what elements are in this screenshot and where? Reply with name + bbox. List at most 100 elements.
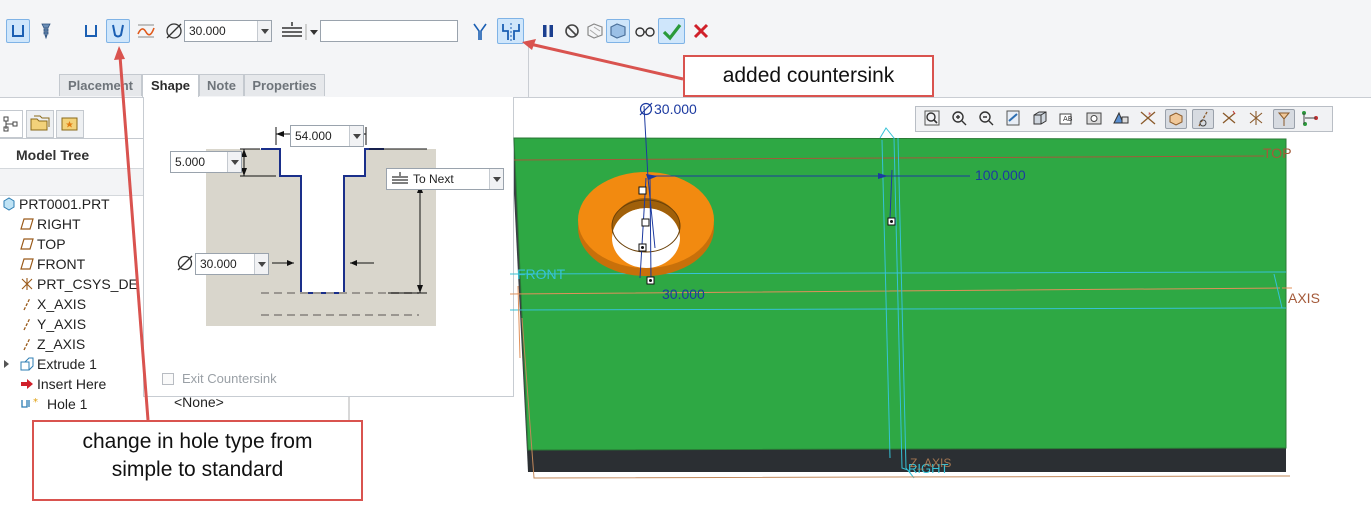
- diameter-value: 30.000: [189, 24, 226, 38]
- sketch-profile-icon[interactable]: [134, 19, 158, 43]
- tree-item-front[interactable]: FRONT: [20, 254, 85, 274]
- diameter-icon: [164, 21, 184, 41]
- tree-tab-model[interactable]: [0, 110, 23, 138]
- tree-item-part[interactable]: PRT0001.PRT: [2, 194, 110, 214]
- datum-z-axis-label: Z_AXIS: [910, 456, 952, 470]
- tab-note[interactable]: Note: [199, 74, 244, 96]
- hole-icon: *: [20, 396, 44, 410]
- annotation-display-icon[interactable]: [1165, 109, 1187, 129]
- tree-item-right[interactable]: RIGHT: [20, 214, 81, 234]
- exit-countersink-checkbox[interactable]: [162, 373, 174, 385]
- tree-item-csys[interactable]: PRT_CSYS_DE: [20, 274, 138, 294]
- ok-check-icon[interactable]: [658, 18, 685, 44]
- svg-text:*: *: [1148, 111, 1152, 119]
- exit-countersink-label: Exit Countersink: [182, 371, 277, 386]
- plane-display-icon[interactable]: *: [1138, 109, 1160, 129]
- hole-diameter-value: 30.000: [200, 257, 237, 271]
- repaint-icon[interactable]: [1003, 109, 1025, 129]
- top-diameter-combo[interactable]: 54.000: [290, 125, 364, 147]
- axis-icon: [20, 296, 34, 311]
- model-viewport[interactable]: [510, 98, 1371, 513]
- tree-item-x-axis[interactable]: X_AXIS: [20, 294, 86, 314]
- depth-option-dropdown-arrow[interactable]: [489, 169, 503, 189]
- datum-plane-icon: [20, 216, 34, 230]
- svg-text:AB: AB: [1063, 115, 1073, 123]
- top-diameter-value: 54.000: [295, 129, 332, 143]
- tab-placement[interactable]: Placement: [59, 74, 142, 96]
- dim-diameter-top[interactable]: 30.000: [638, 101, 697, 117]
- datum-top-label: TOP: [1263, 145, 1292, 161]
- display-style-icon[interactable]: [1030, 109, 1052, 129]
- dim-diameter-bottom[interactable]: 30.000: [662, 286, 705, 302]
- cs-depth-combo[interactable]: 5.000: [170, 151, 242, 173]
- shape-panel: 54.000 5.000 30.000 To Next Exit Counter…: [143, 97, 514, 397]
- spin-center-icon[interactable]: [1273, 109, 1295, 129]
- tree-item-y-axis[interactable]: Y_AXIS: [20, 314, 86, 334]
- view-manager-icon[interactable]: [1084, 109, 1106, 129]
- datum-plane-icon: [20, 256, 34, 270]
- glasses-icon[interactable]: [631, 19, 655, 43]
- axis-icon: [20, 316, 34, 331]
- counterbore-toggle-icon[interactable]: [106, 19, 130, 43]
- diameter-icon: [639, 102, 653, 116]
- diameter-icon: [176, 254, 194, 272]
- cancel-x-icon[interactable]: [689, 19, 713, 43]
- dim-distance[interactable]: 100.000: [975, 167, 1026, 183]
- insert-arrow-icon: [20, 376, 34, 390]
- expand-arrow-icon[interactable]: [4, 360, 9, 368]
- tree-item-z-axis[interactable]: Z_AXIS: [20, 334, 85, 354]
- top-diameter-dropdown-arrow[interactable]: [349, 126, 363, 146]
- tree-item-top[interactable]: TOP: [20, 234, 66, 254]
- axis-icon: [20, 336, 34, 351]
- tree-item-extrude[interactable]: Extrude 1: [20, 354, 97, 374]
- hole-diameter-combo[interactable]: 30.000: [195, 253, 269, 275]
- tree-tab-favorites[interactable]: [56, 110, 84, 138]
- pause-icon[interactable]: [536, 19, 560, 43]
- ribbon-divider: [528, 44, 529, 97]
- depth-value-input[interactable]: [320, 20, 458, 42]
- divider: [0, 138, 143, 139]
- cs-depth-dropdown-arrow[interactable]: [227, 152, 241, 172]
- callout-hole-type: change in hole type from simple to stand…: [32, 420, 363, 501]
- diameter-dropdown-arrow[interactable]: [257, 21, 271, 41]
- depth-option-value: To Next: [413, 172, 454, 186]
- datum-axis-label: AXIS: [1288, 290, 1320, 306]
- hole-diameter-dropdown-arrow[interactable]: [254, 254, 268, 274]
- hole-standard-icon[interactable]: [34, 19, 58, 43]
- saved-views-icon[interactable]: AB: [1057, 109, 1079, 129]
- part-icon: [2, 196, 16, 211]
- sketch-display-icon[interactable]: [1300, 109, 1322, 129]
- depth-option-combo[interactable]: To Next: [386, 168, 504, 190]
- add-countersink-icon[interactable]: [497, 18, 524, 44]
- csys-icon: [20, 276, 34, 290]
- svg-text:*: *: [33, 397, 38, 408]
- datum-front-label: FRONT: [517, 266, 566, 282]
- axis-display-icon[interactable]: [1192, 109, 1214, 129]
- preview-icon[interactable]: [583, 19, 607, 43]
- datum-plane-icon: [20, 236, 34, 250]
- csys-display-icon[interactable]: [1246, 109, 1268, 129]
- no-preview-icon[interactable]: [560, 19, 584, 43]
- model-tree-title: Model Tree: [16, 147, 90, 163]
- verify-icon[interactable]: [606, 19, 630, 43]
- tab-shape[interactable]: Shape: [142, 74, 199, 98]
- tree-item-hole[interactable]: * Hole 1: [20, 394, 87, 414]
- cs-depth-value: 5.000: [175, 155, 206, 169]
- depth-option-icon: [392, 172, 408, 184]
- extrude-icon: [20, 356, 34, 371]
- depth-option-icon[interactable]: [277, 19, 319, 43]
- tap-icon[interactable]: [468, 19, 492, 43]
- tree-item-insert-here[interactable]: Insert Here: [20, 374, 106, 394]
- tab-properties[interactable]: Properties: [244, 74, 325, 96]
- point-display-icon[interactable]: [1219, 109, 1241, 129]
- tree-header-bar: [0, 168, 143, 196]
- diameter-combo[interactable]: 30.000: [184, 20, 272, 42]
- perspective-icon[interactable]: [1111, 109, 1133, 129]
- tree-tab-folder[interactable]: [26, 110, 54, 138]
- zoom-in-icon[interactable]: [949, 109, 971, 129]
- view-toolbar: AB *: [915, 106, 1333, 132]
- refit-icon[interactable]: [922, 109, 944, 129]
- hole-simple-icon[interactable]: [6, 19, 30, 43]
- countersink-toggle-icon[interactable]: [79, 19, 103, 43]
- zoom-out-icon[interactable]: [976, 109, 998, 129]
